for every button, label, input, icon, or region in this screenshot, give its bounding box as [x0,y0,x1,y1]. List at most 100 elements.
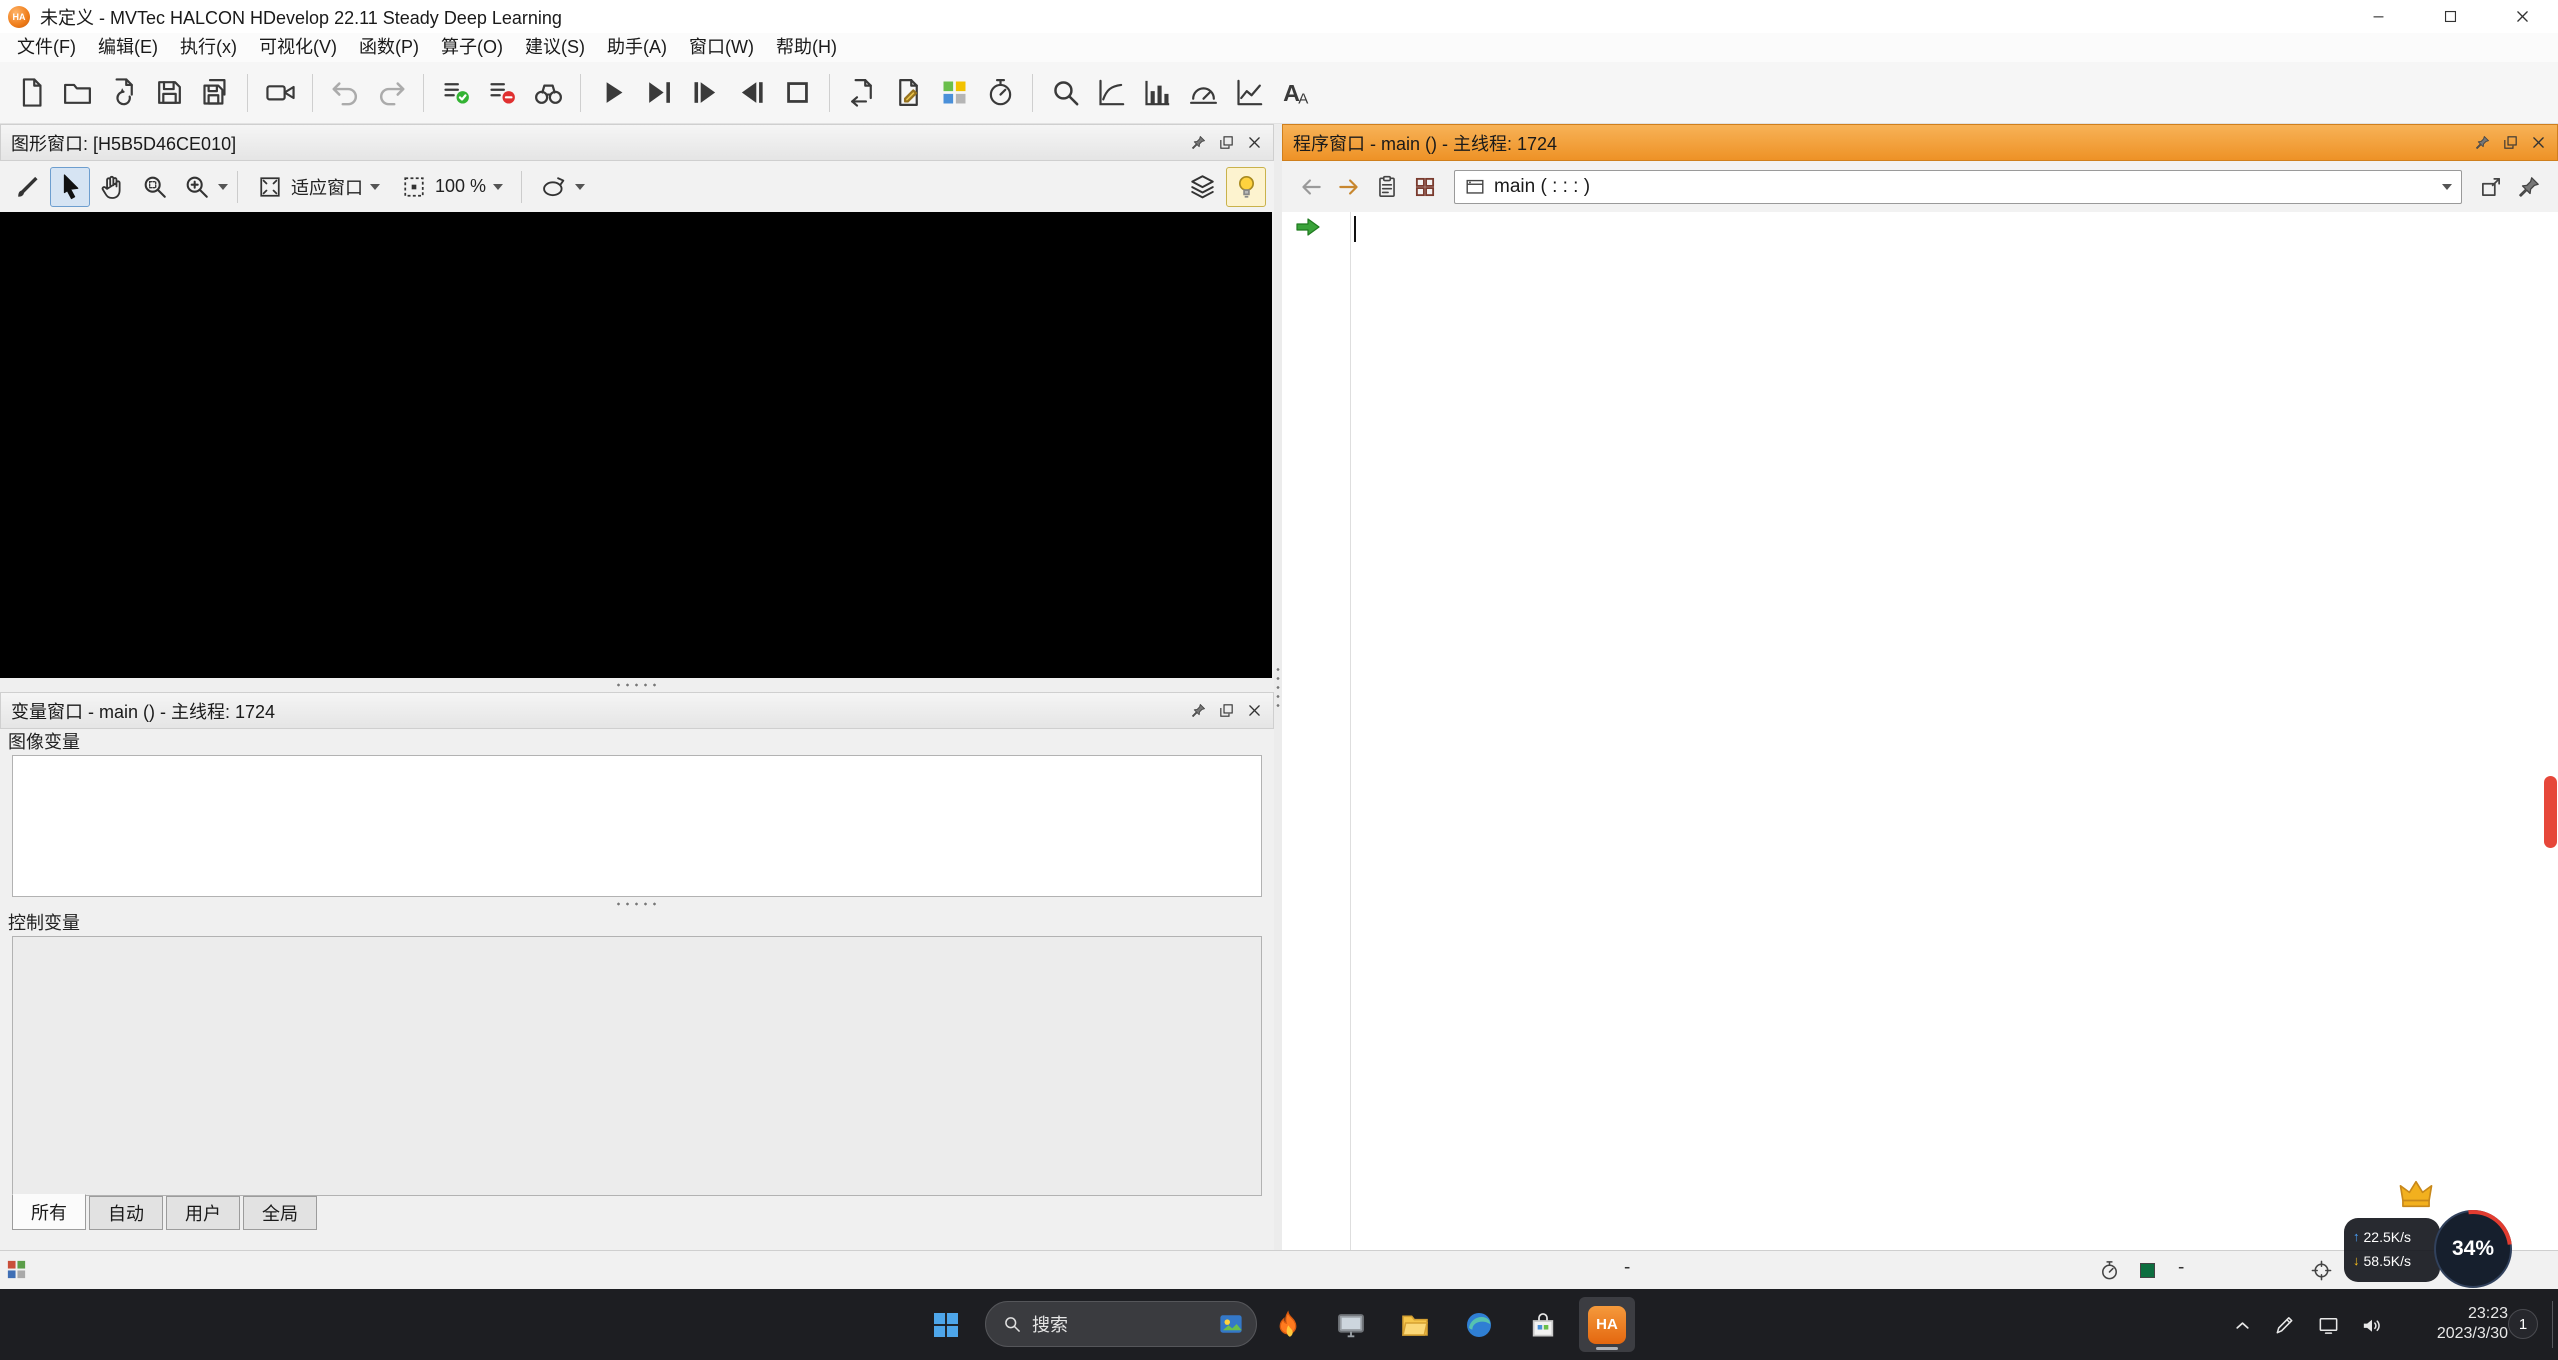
layers-button[interactable] [1182,167,1222,207]
taskbar-file-explorer[interactable] [1387,1297,1443,1352]
menu-assistants[interactable]: 助手(A) [596,33,678,62]
pin-icon[interactable] [1185,130,1211,156]
variables-splitter[interactable] [0,897,1274,910]
redo-button[interactable] [368,70,414,116]
tab-global[interactable]: 全局 [243,1196,317,1230]
show-desktop-button[interactable] [2552,1301,2553,1348]
close-icon[interactable] [1241,698,1267,724]
find-replace-button[interactable] [525,70,571,116]
step-over-button[interactable] [636,70,682,116]
tab-auto[interactable]: 自动 [89,1196,163,1230]
float-window-icon[interactable] [2497,130,2523,156]
menu-help[interactable]: 帮助(H) [765,33,848,62]
status-mosaic-icon[interactable] [5,1258,28,1281]
menu-edit[interactable]: 编辑(E) [87,33,169,62]
zoom-in-button[interactable] [176,167,216,207]
notification-badge[interactable]: 1 [2508,1309,2538,1339]
start-button[interactable] [916,1297,976,1352]
menu-execute[interactable]: 执行(x) [169,33,248,62]
draw-brush-button[interactable] [8,167,48,207]
font-settings-button[interactable] [1272,70,1318,116]
program-header-buttons [2469,130,2551,156]
pin-window-button[interactable] [2510,168,2548,206]
pin-icon[interactable] [1185,698,1211,724]
pan-hand-button[interactable] [92,167,132,207]
export-code-button[interactable] [931,70,977,116]
taskbar-search[interactable]: 搜索 [985,1301,1257,1347]
profile-curve-button[interactable] [1088,70,1134,116]
graphics-canvas[interactable] [0,212,1272,678]
main-toolbar [0,62,2558,124]
vertical-splitter[interactable] [1274,124,1282,1250]
zoom-window-button[interactable] [134,167,174,207]
stop-button[interactable] [774,70,820,116]
clipboard-button[interactable] [1368,168,1406,206]
close-button[interactable] [2486,0,2558,33]
adapt-brightness-button[interactable] [1226,167,1266,207]
minimize-button[interactable] [2342,0,2414,33]
pin-icon [2516,174,2542,200]
close-icon[interactable] [2525,130,2551,156]
procedure-combo[interactable]: main ( : : : ) [1454,170,2462,204]
maximize-button[interactable] [2414,0,2486,33]
code-editor[interactable] [1282,212,2558,1250]
navigate-forward-button[interactable] [1330,168,1368,206]
float-window-icon[interactable] [1213,130,1239,156]
temperature-overlay[interactable] [2544,776,2557,848]
inspect-button[interactable] [1042,70,1088,116]
image-variables-panel[interactable] [12,755,1262,897]
profile-bars-button[interactable] [1134,70,1180,116]
taskbar-edge-browser[interactable] [1451,1297,1507,1352]
step-out-button[interactable] [728,70,774,116]
zoom-factor-combo[interactable]: 100 % [391,167,512,207]
step-into-button[interactable] [682,70,728,116]
network-speed-overlay[interactable]: ↑ 22.5K/s ↓ 58.5K/s [2344,1218,2440,1282]
profile-line-button[interactable] [1226,70,1272,116]
tray-volume-icon[interactable] [2353,1307,2389,1343]
pin-icon[interactable] [2469,130,2495,156]
taskbar-clock[interactable]: 23:23 2023/3/30 [2398,1304,2508,1344]
tray-display-icon[interactable] [2310,1307,2346,1343]
reload-program-button[interactable] [100,70,146,116]
activate-lines-button[interactable] [433,70,479,116]
tab-all[interactable]: 所有 [12,1194,86,1230]
zoom-dropdown-caret-icon[interactable] [218,184,228,190]
detach-window-button[interactable] [2472,168,2510,206]
save-program-button[interactable] [146,70,192,116]
deactivate-lines-button[interactable] [479,70,525,116]
image-acquisition-assistant-button[interactable] [257,70,303,116]
menu-window[interactable]: 窗口(W) [678,33,765,62]
usage-percent-overlay[interactable]: 34% [2434,1210,2512,1288]
reset-program-button[interactable] [839,70,885,116]
search-highlight-icon[interactable] [1216,1309,1246,1339]
control-variables-panel[interactable] [12,936,1262,1196]
tray-pen-icon[interactable] [2266,1307,2302,1343]
navigate-back-button[interactable] [1292,168,1330,206]
select-cursor-button[interactable] [50,167,90,207]
tab-user[interactable]: 用户 [166,1196,240,1230]
menu-procedures[interactable]: 函数(P) [348,33,430,62]
draw-region-combo[interactable] [531,167,594,207]
taskbar-app-flame[interactable] [1260,1297,1316,1352]
float-window-icon[interactable] [1213,698,1239,724]
taskbar-app-monitor[interactable] [1323,1297,1379,1352]
menu-suggestions[interactable]: 建议(S) [514,33,596,62]
undo-button[interactable] [322,70,368,116]
menu-visualization[interactable]: 可视化(V) [248,33,348,62]
edit-operator-button[interactable] [885,70,931,116]
new-program-button[interactable] [8,70,54,116]
open-program-button[interactable] [54,70,100,116]
taskbar-store[interactable] [1515,1297,1571,1352]
close-icon[interactable] [1241,130,1267,156]
fit-window-combo[interactable]: 适应窗口 [247,167,389,207]
thread-grid-button[interactable] [1406,168,1444,206]
horizontal-splitter[interactable] [0,678,1274,692]
performance-gauge-button[interactable] [1180,70,1226,116]
taskbar-halcon-hdevelop[interactable]: HA [1579,1297,1635,1352]
profiler-button[interactable] [977,70,1023,116]
run-button[interactable] [590,70,636,116]
menu-file[interactable]: 文件(F) [6,33,87,62]
hidden-icons-button[interactable] [2224,1307,2260,1343]
menu-operators[interactable]: 算子(O) [430,33,514,62]
save-program-as-button[interactable] [192,70,238,116]
